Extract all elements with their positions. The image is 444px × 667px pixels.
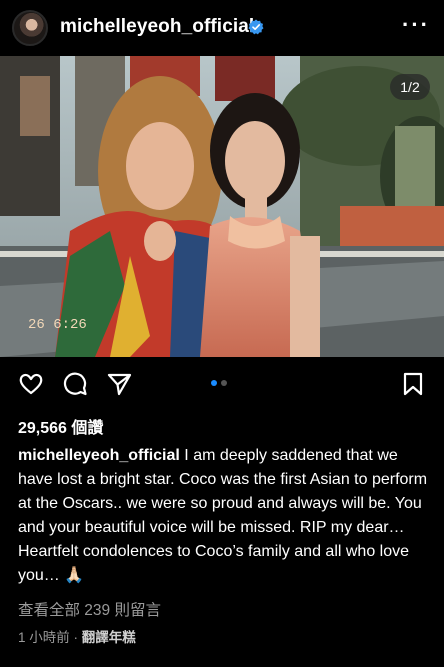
date-stamp: 26 6:26 <box>28 317 87 333</box>
verified-badge-icon <box>248 19 264 35</box>
send-icon[interactable] <box>106 371 132 397</box>
carousel-counter: 1/2 <box>390 74 430 100</box>
username[interactable]: michelleyeoh_official <box>60 16 254 38</box>
carousel-dot <box>221 380 227 386</box>
bookmark-icon[interactable] <box>400 371 426 397</box>
caption-username[interactable]: michelleyeoh_official <box>18 447 180 464</box>
caption: michelleyeoh_official I am deeply sadden… <box>18 444 430 588</box>
comment-icon[interactable] <box>62 371 88 397</box>
post-photo[interactable]: 26 6:26 <box>0 56 444 357</box>
like-count[interactable]: 29,566 個讚 <box>18 414 103 438</box>
carousel-dot-active <box>211 380 217 386</box>
post-header: michelleyeoh_official ··· <box>0 0 444 56</box>
post-meta: 1 小時前 · 翻譯年糕 <box>18 626 136 646</box>
translate-link[interactable]: 翻譯年糕 <box>82 630 136 645</box>
view-all-comments-link[interactable]: 查看全部 239 則留言 <box>18 598 161 620</box>
carousel-dots <box>211 380 227 386</box>
more-horizontal-icon[interactable]: ··· <box>402 12 430 38</box>
caption-text: I am deeply saddened that we have lost a… <box>18 447 428 584</box>
meta-separator: · <box>73 630 79 645</box>
avatar[interactable] <box>12 10 48 46</box>
photo-illustration: 26 6:26 <box>0 56 444 357</box>
post-time: 1 小時前 <box>18 630 70 645</box>
heart-icon[interactable] <box>18 371 44 397</box>
